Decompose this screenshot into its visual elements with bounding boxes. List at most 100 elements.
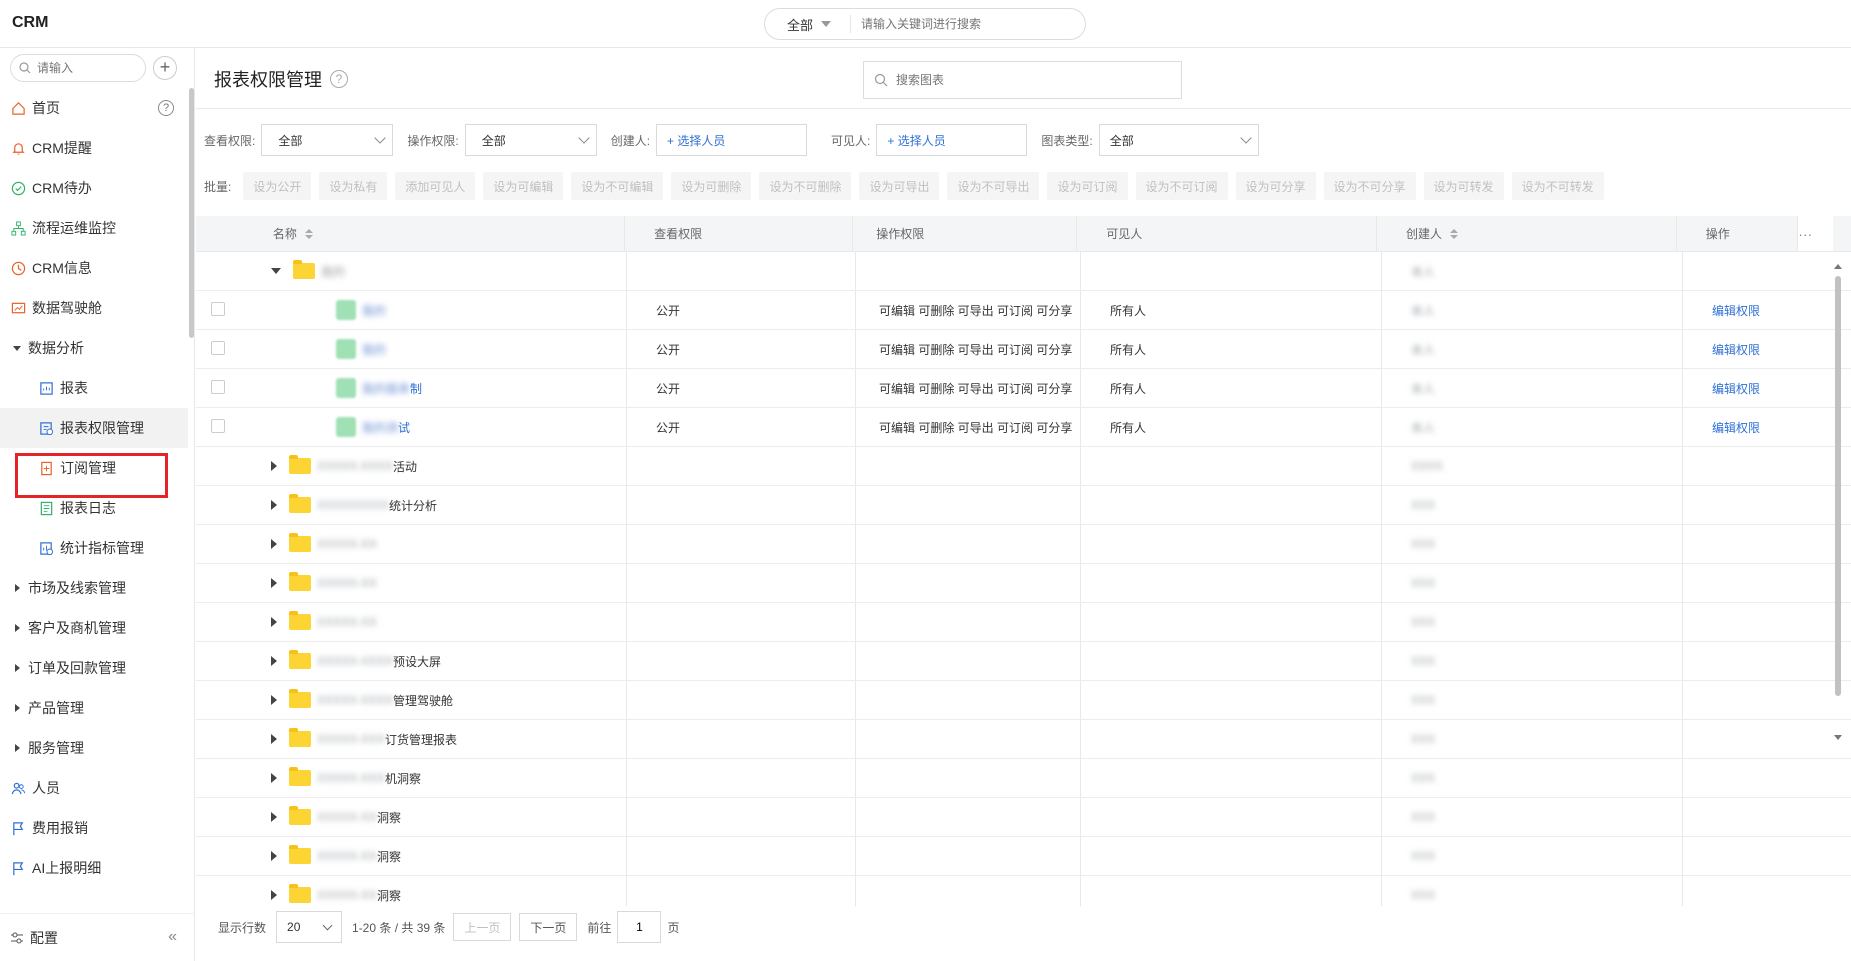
expand-arrow-icon[interactable] — [271, 539, 277, 549]
sidebar-item-15[interactable]: 产品管理 — [0, 688, 188, 728]
view-perm-select[interactable]: 全部 — [261, 124, 394, 156]
batch-button-11[interactable]: 设为可分享 — [1235, 172, 1316, 200]
batch-button-3[interactable]: 设为可编辑 — [483, 172, 564, 200]
edit-permission-link[interactable]: 编辑权限 — [1712, 382, 1760, 396]
expanded-arrow-icon[interactable] — [10, 345, 24, 351]
collapsed-arrow-icon[interactable] — [10, 744, 24, 752]
sidebar-item-8[interactable]: 报表权限管理 — [0, 408, 188, 448]
table-scrollbar[interactable] — [1833, 264, 1843, 740]
row-checkbox[interactable] — [211, 301, 225, 316]
collapse-arrow-icon[interactable] — [271, 268, 281, 274]
add-icon[interactable]: + — [153, 56, 177, 80]
expand-arrow-icon[interactable] — [271, 617, 277, 627]
expand-arrow-icon[interactable] — [271, 578, 277, 588]
batch-button-12[interactable]: 设为不可分享 — [1323, 172, 1416, 200]
chart-search[interactable] — [863, 61, 1182, 99]
folder-row[interactable]: XXXXX-XXX 订货管理报表 XXX — [196, 720, 1851, 759]
folder-row[interactable]: XXXXX-XXX 机洞察 XXX — [196, 759, 1851, 798]
table-row[interactable]: 我的测试 公开 可编辑 可删除 可导出 可订阅 可分享 所有人 本人 编辑权限 — [196, 408, 1851, 447]
batch-button-7[interactable]: 设为可导出 — [859, 172, 940, 200]
sidebar-item-12[interactable]: 市场及线索管理 — [0, 568, 188, 608]
expand-arrow-icon[interactable] — [271, 890, 277, 900]
sidebar-item-5[interactable]: 数据驾驶舱 — [0, 288, 188, 328]
help-icon[interactable]: ? — [330, 70, 348, 88]
app-logo[interactable]: CRM — [12, 14, 48, 32]
batch-button-2[interactable]: 添加可见人 — [395, 172, 476, 200]
scroll-up-icon[interactable] — [1834, 264, 1842, 269]
edit-permission-link[interactable]: 编辑权限 — [1712, 343, 1760, 357]
global-search-input[interactable] — [861, 17, 1071, 31]
sidebar-item-7[interactable]: 报表 — [0, 368, 188, 408]
search-scope-dropdown[interactable]: 全部 — [765, 15, 851, 33]
sidebar-scrollbar[interactable] — [189, 88, 194, 338]
folder-row[interactable]: XXXXX-XX 洞察 XXX — [196, 837, 1851, 876]
sort-icon[interactable] — [304, 228, 313, 239]
sidebar-item-10[interactable]: 报表日志 — [0, 488, 188, 528]
sidebar-item-14[interactable]: 订单及回款管理 — [0, 648, 188, 688]
batch-button-6[interactable]: 设为不可删除 — [759, 172, 852, 200]
report-name-link[interactable]: 我的报表 — [362, 380, 410, 397]
row-checkbox[interactable] — [211, 379, 225, 394]
folder-row[interactable]: XXXXX-XX XXX — [196, 603, 1851, 642]
collapsed-arrow-icon[interactable] — [10, 664, 24, 672]
prev-page-button[interactable]: 上一页 — [453, 913, 512, 941]
expand-arrow-icon[interactable] — [271, 695, 277, 705]
header-name[interactable]: 名称 — [246, 216, 624, 251]
sidebar-item-6[interactable]: 数据分析 — [0, 328, 188, 368]
folder-row[interactable]: XXXXX-XX XXX — [196, 564, 1851, 603]
sidebar-item-19[interactable]: AI上报明细 — [0, 848, 188, 888]
op-perm-select[interactable]: 全部 — [464, 124, 597, 156]
report-name-suffix[interactable]: 制 — [410, 380, 422, 397]
sidebar-item-13[interactable]: 客户及商机管理 — [0, 608, 188, 648]
collapse-sidebar-icon[interactable]: « — [168, 928, 177, 946]
batch-button-4[interactable]: 设为不可编辑 — [571, 172, 664, 200]
visible-picker[interactable]: + 选择人员 — [876, 124, 1028, 156]
batch-button-8[interactable]: 设为不可导出 — [947, 172, 1040, 200]
collapsed-arrow-icon[interactable] — [10, 584, 24, 592]
expand-arrow-icon[interactable] — [271, 812, 277, 822]
sidebar-config[interactable]: 配置 « — [0, 913, 195, 961]
sidebar-item-2[interactable]: CRM待办 — [0, 168, 188, 208]
help-icon[interactable]: ? — [158, 100, 174, 116]
sidebar-item-0[interactable]: 首页? — [0, 88, 188, 128]
sort-icon[interactable] — [1450, 228, 1458, 239]
scroll-down-icon[interactable] — [1834, 735, 1842, 740]
sidebar-item-9[interactable]: 订阅管理 — [0, 448, 188, 488]
sidebar-item-16[interactable]: 服务管理 — [0, 728, 188, 768]
batch-button-0[interactable]: 设为公开 — [243, 172, 312, 200]
sidebar-item-4[interactable]: CRM信息 — [0, 248, 188, 288]
folder-row[interactable]: XXXXX-XXXX 活动 XXXX — [196, 447, 1851, 486]
header-creator[interactable]: 创建人 — [1375, 216, 1676, 251]
expand-arrow-icon[interactable] — [271, 500, 277, 510]
row-checkbox[interactable] — [211, 340, 225, 355]
batch-button-1[interactable]: 设为私有 — [319, 172, 388, 200]
folder-row[interactable]: XXXXXXXXX 统计分析 XXX — [196, 486, 1851, 525]
sidebar-item-11[interactable]: 统计指标管理 — [0, 528, 188, 568]
global-search[interactable]: 全部 — [764, 8, 1086, 40]
expand-arrow-icon[interactable] — [271, 851, 277, 861]
edit-permission-link[interactable]: 编辑权限 — [1712, 304, 1760, 318]
batch-button-10[interactable]: 设为不可订阅 — [1135, 172, 1228, 200]
sidebar-item-20[interactable]: 积分激励明细 — [0, 888, 188, 898]
sidebar-search-input[interactable] — [37, 61, 137, 75]
folder-row[interactable]: 我的 本人 — [196, 252, 1851, 291]
batch-button-14[interactable]: 设为不可转发 — [1511, 172, 1604, 200]
expand-arrow-icon[interactable] — [271, 656, 277, 666]
folder-row[interactable]: XXXXX-XX 洞察 XXX — [196, 798, 1851, 837]
report-name-link[interactable]: 我的 — [362, 302, 386, 319]
chart-search-input[interactable] — [896, 73, 1051, 87]
sidebar-search[interactable] — [10, 54, 146, 82]
sidebar-item-18[interactable]: 费用报销 — [0, 808, 188, 848]
scroll-thumb[interactable] — [1835, 276, 1841, 696]
expand-arrow-icon[interactable] — [271, 734, 277, 744]
table-row[interactable]: 我的 公开 可编辑 可删除 可导出 可订阅 可分享 所有人 本人 编辑权限 — [196, 330, 1851, 369]
more-options-icon[interactable]: ··· — [1797, 216, 1834, 251]
folder-row[interactable]: XXXXX-XX XXX — [196, 525, 1851, 564]
collapsed-arrow-icon[interactable] — [10, 704, 24, 712]
chart-type-select[interactable]: 全部 — [1098, 124, 1259, 156]
folder-row[interactable]: XXXXX-XX 洞察 XXX — [196, 876, 1851, 906]
table-row[interactable]: 我的 公开 可编辑 可删除 可导出 可订阅 可分享 所有人 本人 编辑权限 — [196, 291, 1851, 330]
edit-permission-link[interactable]: 编辑权限 — [1712, 421, 1760, 435]
report-name-suffix[interactable]: 试 — [398, 419, 410, 436]
batch-button-13[interactable]: 设为可转发 — [1423, 172, 1504, 200]
